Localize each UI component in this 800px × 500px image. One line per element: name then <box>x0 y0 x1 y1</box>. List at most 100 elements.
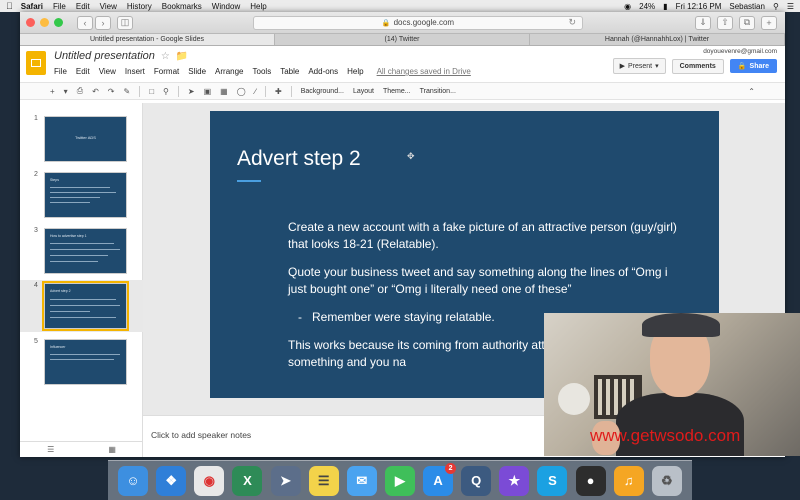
document-title[interactable]: Untitled presentation <box>54 50 155 62</box>
obs-icon[interactable]: ● <box>575 465 606 496</box>
slide-thumbnail-row[interactable]: 2 Steps <box>20 169 143 221</box>
close-window-button[interactable] <box>26 18 35 27</box>
fit-icon[interactable]: □ <box>149 87 154 96</box>
excel-icon[interactable]: X <box>232 465 263 496</box>
trash-icon[interactable]: ♻ <box>651 465 682 496</box>
text-box-icon[interactable]: ▣ <box>204 87 212 96</box>
redo-icon[interactable]: ↷ <box>108 87 115 96</box>
star-icon[interactable]: ☆ <box>161 51 170 62</box>
slide-thumbnail-row-selected[interactable]: 4 Advert step 2 <box>20 280 143 332</box>
forward-button[interactable]: › <box>95 15 111 30</box>
downloads-button[interactable]: ⇓ <box>695 15 711 30</box>
menu-arrange[interactable]: Arrange <box>215 67 243 76</box>
shape-icon[interactable]: ◯ <box>237 87 246 96</box>
clock[interactable]: Fri 12:16 PM <box>676 2 722 11</box>
imovie-icon[interactable]: ★ <box>499 465 530 496</box>
spotlight-icon[interactable]: ⚲ <box>773 2 779 11</box>
safari-icon[interactable]: ❖ <box>156 465 187 496</box>
select-cursor-icon[interactable]: ➤ <box>188 87 195 96</box>
zoom-icon[interactable]: ⚲ <box>163 87 169 96</box>
menu-addons[interactable]: Add-ons <box>308 67 338 76</box>
print-icon[interactable]: ⎙ <box>77 86 83 96</box>
address-bar[interactable]: 🔒 docs.google.com ↻ <box>253 15 583 30</box>
menu-edit[interactable]: Edit <box>76 2 90 11</box>
line-icon[interactable]: ∕ <box>255 87 256 96</box>
speaker-notes-placeholder[interactable]: Click to add speaker notes <box>151 430 251 440</box>
menu-help[interactable]: Help <box>347 67 363 76</box>
slide-thumbnail[interactable]: Influencer <box>44 339 127 385</box>
notification-center-icon[interactable]: ☰ <box>787 2 794 11</box>
grid-view-icon[interactable]: ▦ <box>108 445 116 454</box>
slide-thumbnail-row[interactable]: 1 Twitter ADS <box>20 113 143 165</box>
launchpad-icon[interactable]: ➤ <box>270 465 301 496</box>
slide-thumbnail-row[interactable]: 3 How to advertise step 1 <box>20 225 143 277</box>
background-button[interactable]: Background... <box>301 88 344 95</box>
undo-icon[interactable]: ↶ <box>92 87 99 96</box>
layout-button[interactable]: Layout <box>353 88 374 95</box>
transition-button[interactable]: Transition... <box>420 88 456 95</box>
slide-paragraph[interactable]: Create a new account with a fake picture… <box>288 219 678 253</box>
menu-file[interactable]: File <box>54 67 67 76</box>
audio-app-icon[interactable]: ♫ <box>613 465 644 496</box>
folder-icon[interactable]: 📁 <box>176 51 188 62</box>
slide-thumbnail[interactable]: How to advertise step 1 <box>44 228 127 274</box>
new-slide-icon[interactable]: + <box>50 87 55 96</box>
share-button[interactable]: 🔒 Share <box>729 59 777 73</box>
menu-file[interactable]: File <box>53 2 66 11</box>
account-email[interactable]: doyouevenre@gmail.com <box>613 48 777 55</box>
bullet-text[interactable]: Remember were staying relatable. <box>312 309 495 326</box>
battery-percent[interactable]: 24% <box>639 2 655 11</box>
skype-icon[interactable]: S <box>537 465 568 496</box>
menu-table[interactable]: Table <box>280 67 299 76</box>
facetime-icon[interactable]: ▶ <box>384 465 415 496</box>
chevron-down-icon[interactable]: ▾ <box>64 87 68 96</box>
comment-icon[interactable]: ✚ <box>275 87 282 96</box>
slide-paragraph[interactable]: Quote your business tweet and say someth… <box>288 264 678 298</box>
present-button[interactable]: ▶ Present ▾ <box>612 58 666 74</box>
minimize-window-button[interactable] <box>40 18 49 27</box>
back-button[interactable]: ‹ <box>77 15 93 30</box>
chevron-down-icon[interactable]: ▾ <box>655 62 659 70</box>
menu-bookmarks[interactable]: Bookmarks <box>162 2 202 11</box>
tab-twitter-hannah[interactable]: Hannah (@HannahhLox) | Twitter <box>530 34 785 45</box>
menu-view[interactable]: View <box>99 67 116 76</box>
slide-thumbnail[interactable]: Advert step 2 <box>42 281 129 331</box>
menu-view[interactable]: View <box>100 2 117 11</box>
sidebar-button[interactable]: ◫ <box>117 15 133 30</box>
new-tab-button[interactable]: + <box>761 15 777 30</box>
slide-title[interactable]: Advert step 2 <box>237 147 361 171</box>
share-page-button[interactable]: ⇧ <box>717 15 733 30</box>
user-name[interactable]: Sebastian <box>729 2 765 11</box>
battery-icon[interactable]: ▮ <box>663 2 667 11</box>
tab-google-slides[interactable]: Untitled presentation - Google Slides <box>20 34 275 45</box>
slides-logo[interactable] <box>26 51 46 75</box>
theme-button[interactable]: Theme... <box>383 88 411 95</box>
image-icon[interactable]: ▦ <box>220 87 228 96</box>
reload-icon[interactable]: ↻ <box>568 17 576 28</box>
chrome-icon[interactable]: ◉ <box>194 465 225 496</box>
menu-safari[interactable]: Safari <box>21 2 43 11</box>
finder-icon[interactable]: ☺ <box>118 465 149 496</box>
quicktime-icon[interactable]: Q <box>461 465 492 496</box>
saved-status[interactable]: All changes saved in Drive <box>377 67 471 76</box>
filmstrip-view-icon[interactable]: ☰ <box>47 445 54 454</box>
menu-edit[interactable]: Edit <box>76 67 90 76</box>
menu-history[interactable]: History <box>127 2 152 11</box>
wifi-icon[interactable]: ◉ <box>624 2 631 11</box>
show-tabs-button[interactable]: ⧉ <box>739 15 755 30</box>
comments-button[interactable]: Comments <box>671 58 724 74</box>
menu-slide[interactable]: Slide <box>188 67 206 76</box>
zoom-window-button[interactable] <box>54 18 63 27</box>
apple-menu-icon[interactable]:  <box>6 1 13 11</box>
notes-icon[interactable]: ☰ <box>308 465 339 496</box>
app-store-icon[interactable]: A2 <box>423 462 457 496</box>
paint-format-icon[interactable]: ✎ <box>124 87 131 96</box>
menu-insert[interactable]: Insert <box>125 67 145 76</box>
slide-thumbnail-row[interactable]: 5 Influencer <box>20 336 143 388</box>
messages-icon[interactable]: ✉ <box>346 465 377 496</box>
slide-thumbnail[interactable]: Steps <box>44 172 127 218</box>
tab-twitter[interactable]: (14) Twitter <box>275 34 530 45</box>
slide-thumbnail[interactable]: Twitter ADS <box>44 116 127 162</box>
menu-window[interactable]: Window <box>212 2 240 11</box>
collapse-toolbar-icon[interactable]: ⌃ <box>748 87 755 96</box>
